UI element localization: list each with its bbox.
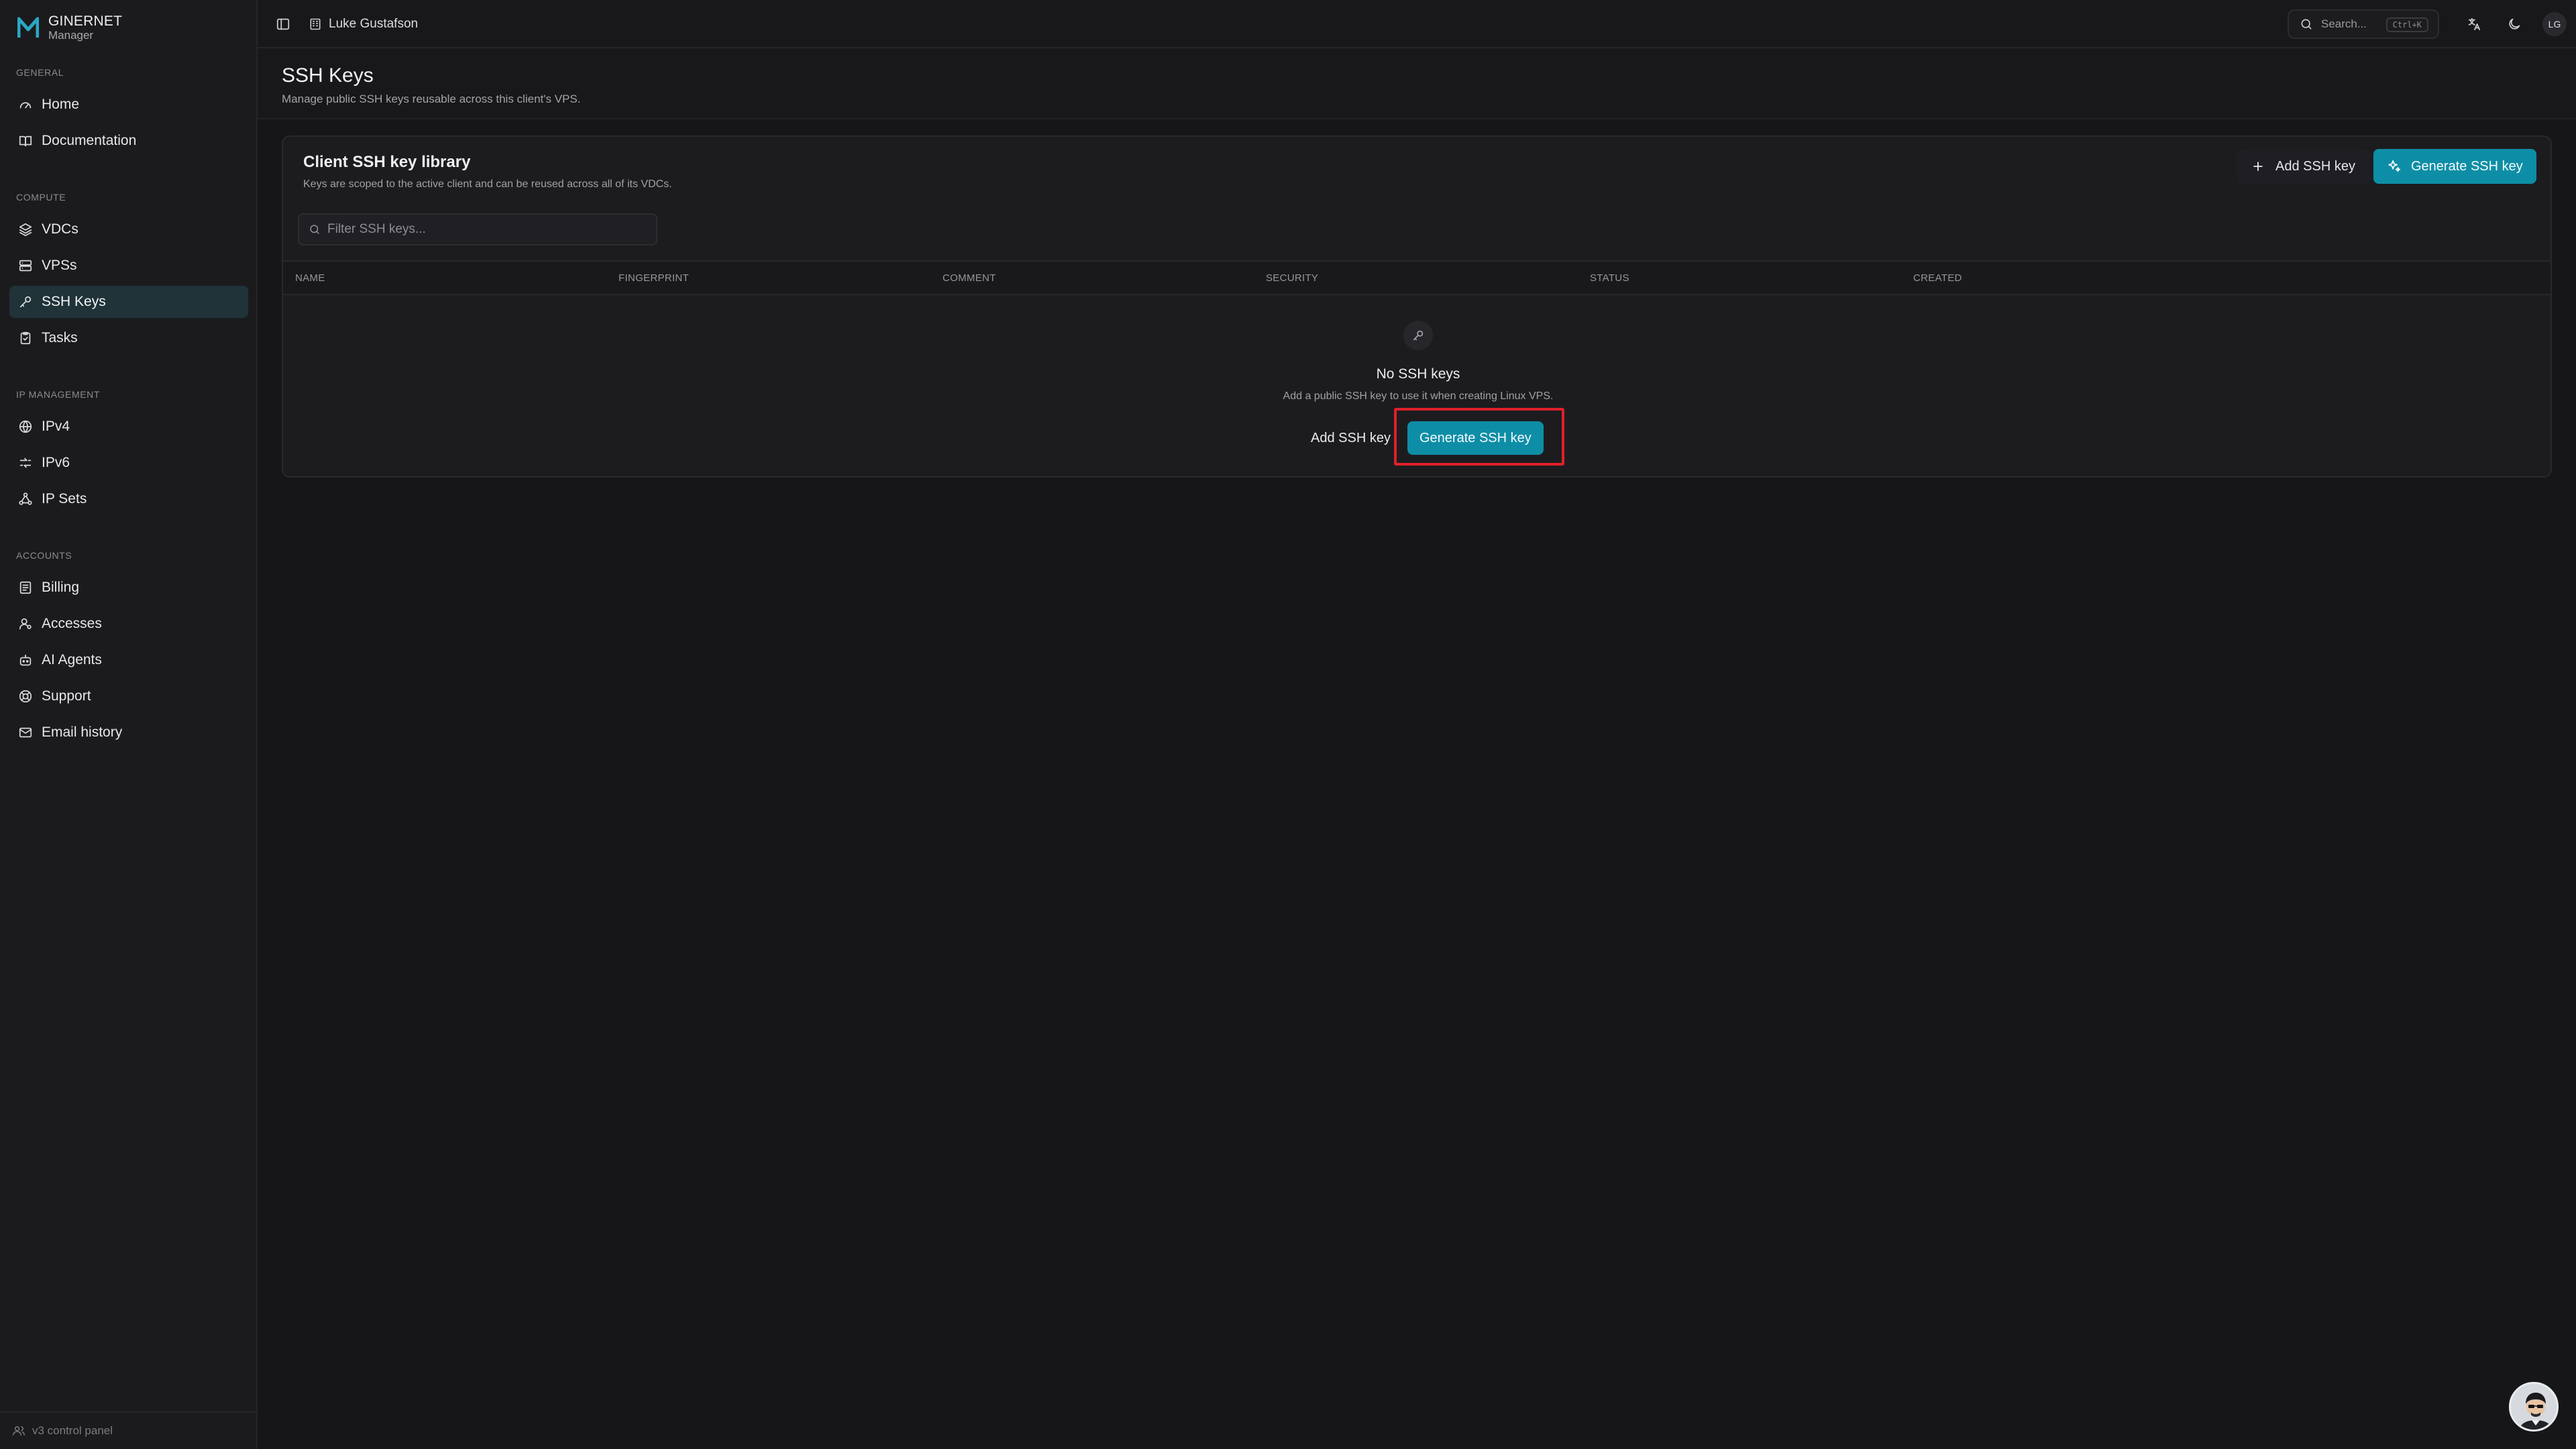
book-icon <box>17 133 34 149</box>
bot-icon <box>17 652 34 668</box>
column-header-status[interactable]: STATUS <box>1590 272 1629 284</box>
panel-left-icon <box>276 18 290 30</box>
ssh-key-library-card: Client SSH key library Keys are scoped t… <box>282 136 2552 478</box>
sidebar-item-ipv4[interactable]: IPv4 <box>9 411 248 443</box>
sidebar-item-ai-agents[interactable]: AI Agents <box>9 644 248 676</box>
filter-field[interactable] <box>298 213 657 246</box>
key-icon <box>17 294 34 310</box>
column-header-fingerprint[interactable]: FINGERPRINT <box>619 272 689 284</box>
add-ssh-key-button[interactable]: Add SSH key <box>2237 149 2370 184</box>
card-description: Keys are scoped to the active client and… <box>303 178 672 190</box>
sidebar-item-email-history[interactable]: Email history <box>9 716 248 749</box>
sidebar-item-ssh-keys[interactable]: SSH Keys <box>9 286 248 318</box>
sidebar-item-documentation[interactable]: Documentation <box>9 125 248 157</box>
mail-icon <box>17 724 34 741</box>
sidebar-item-label: VPSs <box>42 258 77 273</box>
sidebar-item-vpss[interactable]: VPSs <box>9 250 248 282</box>
network-icon <box>17 455 34 471</box>
global-search[interactable]: Search... Ctrl+K <box>2288 9 2439 39</box>
nav-section-compute: COMPUTE <box>16 192 66 203</box>
topbar: Luke Gustafson Search... Ctrl+K LG <box>258 0 2576 48</box>
add-ssh-key-label: Add SSH key <box>2275 158 2355 174</box>
sidebar-item-accesses[interactable]: Accesses <box>9 608 248 640</box>
clipboard-icon <box>17 330 34 346</box>
building-icon <box>310 18 321 30</box>
generate-ssh-key-button[interactable]: Generate SSH key <box>2373 149 2536 184</box>
column-header-created[interactable]: CREATED <box>1913 272 1962 284</box>
brand-name: GINERNET <box>48 13 123 29</box>
sidebar-item-label: Support <box>42 688 91 704</box>
sidebar-item-label: Home <box>42 97 80 112</box>
nav-section-ip-management: IP MANAGEMENT <box>16 389 101 400</box>
sidebar-item-ip-sets[interactable]: IP Sets <box>9 483 248 515</box>
nav-section-accounts: ACCOUNTS <box>16 550 72 561</box>
user-avatar[interactable]: LG <box>2542 12 2567 36</box>
search-placeholder: Search... <box>2321 17 2367 30</box>
sidebar-item-billing[interactable]: Billing <box>9 572 248 604</box>
sidebar-item-label: Email history <box>42 724 123 740</box>
empty-state-title: No SSH keys <box>1376 366 1460 382</box>
sidebar-item-label: VDCs <box>42 221 78 237</box>
page-title: SSH Keys <box>282 64 374 87</box>
column-header-comment[interactable]: COMMENT <box>943 272 996 284</box>
search-shortcut: Ctrl+K <box>2385 17 2428 32</box>
brand[interactable]: GINERNET Manager <box>17 11 122 44</box>
translate-icon <box>2468 17 2481 31</box>
sidebar-item-label: Tasks <box>42 330 78 345</box>
sidebar-item-ipv6[interactable]: IPv6 <box>9 447 248 479</box>
empty-state-key-icon <box>1403 321 1433 350</box>
lifebuoy-icon <box>17 688 34 704</box>
page-subtitle: Manage public SSH keys reusable across t… <box>282 93 581 105</box>
sidebar-item-label: IPv4 <box>42 419 70 434</box>
search-icon <box>2301 19 2312 30</box>
table-header: NAME FINGERPRINT COMMENT SECURITY STATUS… <box>283 260 2551 295</box>
column-header-security[interactable]: SECURITY <box>1266 272 1318 284</box>
empty-add-ssh-key-button[interactable]: Add SSH key <box>1300 421 1401 455</box>
column-header-name[interactable]: NAME <box>295 272 325 284</box>
theme-toggle-button[interactable] <box>2502 12 2526 36</box>
assistant-avatar-icon <box>2511 1384 2557 1430</box>
sidebar-item-label: IPv6 <box>42 455 70 470</box>
gauge-icon <box>17 97 34 113</box>
search-icon <box>310 225 319 234</box>
sidebar-toggle-button[interactable] <box>274 15 292 34</box>
sidebar-item-label: Accesses <box>42 616 102 631</box>
sidebar-item-vdcs[interactable]: VDCs <box>9 213 248 246</box>
globe-icon <box>17 419 34 435</box>
generate-ssh-key-label: Generate SSH key <box>2411 158 2523 174</box>
filter-ssh-keys-input[interactable] <box>327 222 649 237</box>
card-title: Client SSH key library <box>303 153 471 171</box>
sidebar-item-home[interactable]: Home <box>9 89 248 121</box>
sidebar-item-label: IP Sets <box>42 491 87 506</box>
sidebar-item-support[interactable]: Support <box>9 680 248 712</box>
page-header: SSH Keys Manage public SSH keys reusable… <box>258 48 2576 119</box>
moon-icon <box>2509 18 2520 30</box>
nav-section-general: GENERAL <box>16 67 64 78</box>
sidebar-item-label: AI Agents <box>42 652 102 667</box>
user-cog-icon <box>17 616 34 632</box>
receipt-icon <box>17 580 34 596</box>
brand-subtitle: Manager <box>48 28 94 42</box>
server-icon <box>17 258 34 274</box>
sidebar-footer: v3 control panel <box>0 1411 258 1449</box>
sidebar-item-label: SSH Keys <box>42 294 106 309</box>
assistant-avatar-button[interactable] <box>2509 1382 2559 1432</box>
sidebar-item-label: Billing <box>42 580 80 595</box>
layers-icon <box>17 221 34 237</box>
sparkles-icon <box>2388 160 2401 172</box>
sidebar-item-label: Documentation <box>42 133 137 148</box>
users-icon <box>12 1426 25 1436</box>
client-name: Luke Gustafson <box>329 17 419 31</box>
ginernet-logo-icon <box>17 17 39 38</box>
sidebar: GINERNET Manager GENERAL Home Documentat… <box>0 0 258 1449</box>
client-selector[interactable]: Luke Gustafson <box>309 15 418 34</box>
empty-state-description: Add a public SSH key to use it when crea… <box>1283 390 1554 402</box>
empty-generate-ssh-key-button[interactable]: Generate SSH key <box>1407 421 1544 455</box>
nodes-icon <box>17 491 34 507</box>
plus-icon <box>2253 162 2263 171</box>
sidebar-item-tasks[interactable]: Tasks <box>9 322 248 354</box>
footer-label: v3 control panel <box>32 1424 113 1437</box>
language-button[interactable] <box>2462 12 2486 36</box>
